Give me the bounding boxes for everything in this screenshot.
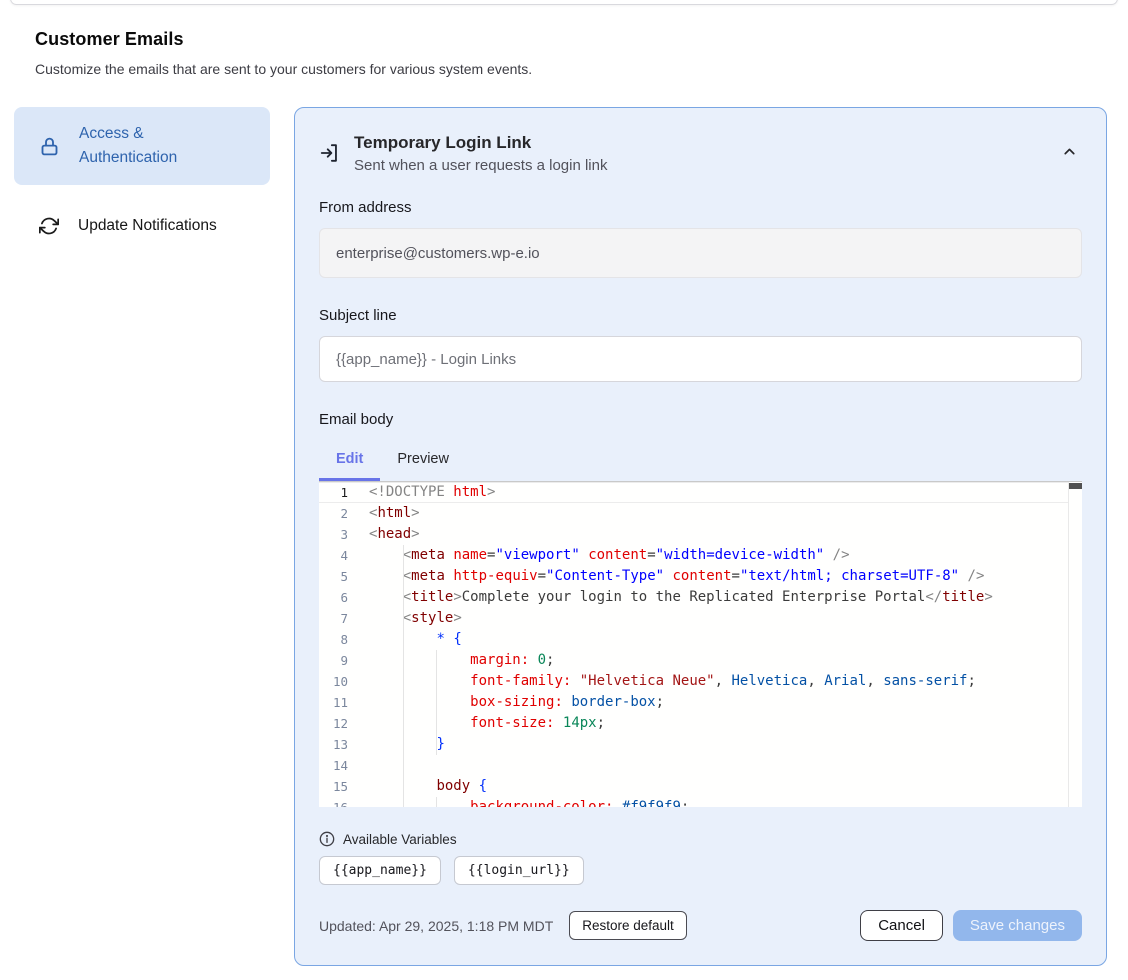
code-line: 4 <meta name="viewport" content="width=d… — [319, 545, 1082, 566]
code-line: 3<head> — [319, 524, 1082, 545]
editor-scrollbar-thumb[interactable] — [1069, 483, 1082, 489]
refresh-icon — [39, 216, 59, 236]
line-number: 16 — [319, 797, 369, 807]
code-line: 15 body { — [319, 776, 1082, 797]
sidebar: Access & Authentication Update Notificat… — [14, 107, 270, 250]
code-lines: 1<!DOCTYPE html>2<html>3<head>4 <meta na… — [319, 482, 1082, 807]
indent-guide — [436, 797, 437, 807]
restore-default-button[interactable]: Restore default — [569, 911, 687, 940]
code-editor[interactable]: 1<!DOCTYPE html>2<html>3<head>4 <meta na… — [319, 481, 1082, 807]
code-line: 2<html> — [319, 503, 1082, 524]
save-changes-button[interactable]: Save changes — [953, 910, 1082, 941]
content: Access & Authentication Update Notificat… — [0, 107, 1128, 966]
line-number: 1 — [319, 482, 369, 503]
info-icon — [319, 831, 335, 847]
indent-guide — [436, 650, 437, 755]
login-icon — [319, 142, 341, 164]
tab-preview[interactable]: Preview — [380, 442, 466, 481]
line-number: 10 — [319, 671, 369, 692]
updated-timestamp: Updated: Apr 29, 2025, 1:18 PM MDT — [319, 918, 553, 934]
email-body-tabs: Edit Preview — [319, 442, 1082, 481]
page-subtitle: Customize the emails that are sent to yo… — [35, 60, 1093, 79]
chevron-up-icon — [1061, 143, 1078, 163]
page-title: Customer Emails — [35, 27, 1093, 51]
from-address-input[interactable] — [319, 228, 1082, 278]
line-number: 2 — [319, 503, 369, 524]
page-header: Customer Emails Customize the emails tha… — [35, 27, 1093, 79]
code-line: 8 * { — [319, 629, 1082, 650]
line-number: 3 — [319, 524, 369, 545]
code-line: 12 font-size: 14px; — [319, 713, 1082, 734]
line-number: 4 — [319, 545, 369, 566]
variable-chips: {{app_name}} {{login_url}} — [319, 856, 1082, 885]
section-subtitle: Sent when a user requests a login link — [354, 155, 1057, 176]
line-number: 8 — [319, 629, 369, 650]
top-card-edge — [10, 0, 1118, 5]
indent-guide — [403, 545, 404, 807]
available-variables-label: Available Variables — [343, 832, 457, 847]
code-line: 14 — [319, 755, 1082, 776]
line-number: 11 — [319, 692, 369, 713]
line-number: 9 — [319, 650, 369, 671]
line-number: 12 — [319, 713, 369, 734]
lock-icon — [39, 136, 60, 157]
line-number: 13 — [319, 734, 369, 755]
code-line: 7 <style> — [319, 608, 1082, 629]
code-line: 9 margin: 0; — [319, 650, 1082, 671]
line-number: 7 — [319, 608, 369, 629]
line-number: 15 — [319, 776, 369, 797]
line-number: 6 — [319, 587, 369, 608]
panel-titles: Temporary Login Link Sent when a user re… — [354, 130, 1057, 176]
code-line: 13 } — [319, 734, 1082, 755]
section-title: Temporary Login Link — [354, 130, 1057, 155]
code-line: 5 <meta http-equiv="Content-Type" conten… — [319, 566, 1082, 587]
email-body-label: Email body — [319, 410, 1082, 430]
editor-scrollbar[interactable] — [1068, 482, 1082, 807]
email-settings-panel: Temporary Login Link Sent when a user re… — [294, 107, 1107, 966]
variable-chip[interactable]: {{app_name}} — [319, 856, 441, 885]
sidebar-item-access-authentication[interactable]: Access & Authentication — [14, 107, 270, 185]
variable-chip[interactable]: {{login_url}} — [454, 856, 584, 885]
tab-edit[interactable]: Edit — [319, 442, 380, 481]
code-line: 10 font-family: "Helvetica Neue", Helvet… — [319, 671, 1082, 692]
sidebar-item-label: Update Notifications — [78, 214, 228, 238]
sidebar-item-update-notifications[interactable]: Update Notifications — [14, 202, 270, 250]
code-line: 6 <title>Complete your login to the Repl… — [319, 587, 1082, 608]
line-number: 14 — [319, 755, 369, 776]
code-line: 1<!DOCTYPE html> — [319, 482, 1082, 503]
collapse-section-button[interactable] — [1057, 139, 1082, 167]
subject-line-label: Subject line — [319, 306, 1082, 326]
subject-line-input[interactable] — [319, 336, 1082, 382]
panel-header: Temporary Login Link Sent when a user re… — [319, 130, 1082, 176]
code-line: 11 box-sizing: border-box; — [319, 692, 1082, 713]
available-variables-header: Available Variables — [319, 831, 1082, 847]
cancel-button[interactable]: Cancel — [860, 910, 943, 941]
sidebar-item-label: Access & Authentication — [79, 122, 229, 170]
code-line: 16 background-color: #f9f9f9; — [319, 797, 1082, 807]
line-number: 5 — [319, 566, 369, 587]
from-address-label: From address — [319, 198, 1082, 218]
panel-footer: Updated: Apr 29, 2025, 1:18 PM MDT Resto… — [319, 910, 1082, 941]
